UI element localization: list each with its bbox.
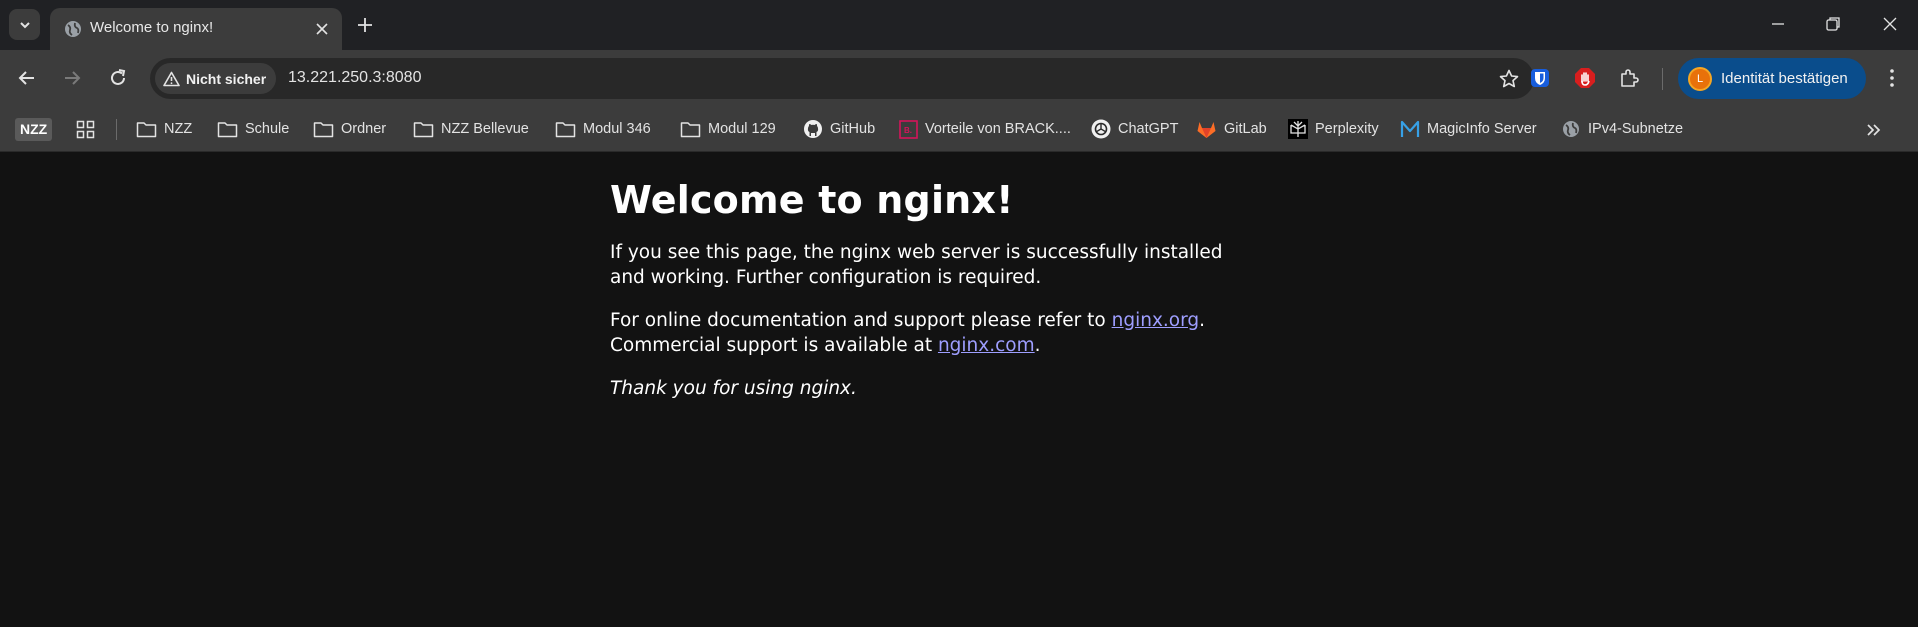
bookmark-perplexity[interactable]: Perplexity [1288,114,1379,144]
bookmark-label: NZZ Bellevue [441,121,529,137]
tab-title: Welcome to nginx! [90,19,214,36]
globe-icon [65,21,81,37]
security-chip[interactable]: Nicht sicher [155,63,277,94]
bookmark-magicinfo[interactable]: MagicInfo Server [1400,114,1537,144]
bookmark-ipv4-subnetze[interactable]: IPv4-Subnetze [1561,114,1683,144]
bookmark-label: GitHub [830,121,876,137]
bookmark-folder-nzz[interactable]: NZZ [136,114,192,144]
restore-icon[interactable] [1823,14,1843,34]
bookmark-chatgpt[interactable]: ChatGPT [1091,114,1178,144]
bookmark-gitlab[interactable]: GitLab [1196,114,1267,144]
docs-text: For online documentation and support ple… [610,310,1112,331]
bookmark-label: Modul 346 [583,121,651,137]
security-label: Nicht sicher [186,70,267,87]
github-icon [804,120,822,138]
close-icon[interactable] [314,21,330,37]
folder-icon [413,121,434,137]
chevron-down-icon [19,21,30,28]
bookmark-folder-modul-129[interactable]: Modul 129 [680,114,776,144]
folder-icon [313,121,334,137]
thanks-text: Thank you for using nginx. [610,378,857,399]
chevron-double-right-icon[interactable] [1864,120,1884,140]
bitwarden-icon[interactable] [1529,67,1551,89]
bookmark-star-icon[interactable] [1498,68,1520,90]
bookmark-label: Schule [245,121,290,137]
kebab-menu-icon[interactable] [1882,67,1902,89]
nginx-org-link[interactable]: nginx.org [1112,310,1200,331]
tab-search-button[interactable] [9,9,40,40]
forward-arrow-icon[interactable] [61,67,83,89]
bookmark-label: NZZ [164,121,193,137]
docs-text-punct: . [1199,310,1206,331]
thanks-paragraph: Thank you for using nginx. [610,376,1250,401]
reload-icon[interactable] [107,67,129,89]
minimize-icon[interactable] [1768,14,1788,34]
adblock-hand-icon[interactable] [1574,67,1596,89]
folder-icon [680,121,701,137]
new-tab-plus-icon[interactable] [356,16,374,34]
chatgpt-icon [1091,119,1111,139]
globe-icon [1563,121,1579,137]
gitlab-icon [1197,121,1216,138]
bookmark-label: Ordner [341,121,387,137]
bookmark-label: GitLab [1224,121,1267,137]
warning-icon [163,71,180,86]
bookmark-brack[interactable]: B. Vorteile von BRACK.... [899,114,1071,144]
brack-icon: B. [899,119,918,139]
bookmarks-separator [116,119,117,140]
perplexity-icon [1288,119,1308,139]
identity-label: Identität bestätigen [1721,70,1848,87]
identity-button[interactable]: L Identität bestätigen [1678,58,1866,99]
svg-text:B.: B. [904,126,912,135]
folder-icon [136,121,157,137]
bookmark-nzz-logo[interactable]: NZZ [15,118,53,141]
page-content: Welcome to nginx! If you see this page, … [610,152,1250,401]
bookmark-folder-ordner[interactable]: Ordner [313,114,386,144]
back-arrow-icon[interactable] [16,67,38,89]
bookmark-github[interactable]: GitHub [803,114,875,144]
intro-paragraph: If you see this page, the nginx web serv… [610,242,1223,288]
bookmark-label: MagicInfo Server [1427,121,1537,137]
extensions-puzzle-icon[interactable] [1618,67,1640,89]
profile-avatar: L [1688,66,1712,91]
bookmark-label: ChatGPT [1118,121,1179,137]
page-heading: Welcome to nginx! [610,178,1014,222]
window-close-icon[interactable] [1880,14,1900,34]
bookmark-folder-schule[interactable]: Schule [217,114,289,144]
bookmarks-bar: NZZ NZZ Schule Ordner NZZ Bellevue Modul… [0,107,1918,152]
apps-grid-icon[interactable] [76,120,95,139]
address-bar[interactable]: Nicht sicher 13.221.250.3:8080 [150,58,1534,99]
magicinfo-icon [1400,120,1420,137]
bookmark-label: Modul 129 [708,121,776,137]
nginx-com-link[interactable]: nginx.com [938,335,1035,356]
folder-icon [217,121,238,137]
bookmark-folder-modul-346[interactable]: Modul 346 [555,114,651,144]
active-tab[interactable]: Welcome to nginx! [50,8,342,50]
commercial-text-punct: . [1034,335,1041,356]
tab-strip: Welcome to nginx! [0,0,1918,50]
toolbar-separator [1662,68,1663,90]
bookmark-label: Perplexity [1315,121,1379,137]
bookmark-label: IPv4-Subnetze [1588,121,1684,137]
bookmark-label: Vorteile von BRACK.... [925,121,1071,137]
browser-toolbar: Nicht sicher 13.221.250.3:8080 L Identit… [0,50,1918,107]
bookmark-folder-nzz-bellevue[interactable]: NZZ Bellevue [413,114,529,144]
url-text[interactable]: 13.221.250.3:8080 [288,69,421,87]
docs-paragraph: For online documentation and support ple… [610,308,1250,358]
commercial-text: Commercial support is available at [610,335,938,356]
folder-icon [555,121,576,137]
